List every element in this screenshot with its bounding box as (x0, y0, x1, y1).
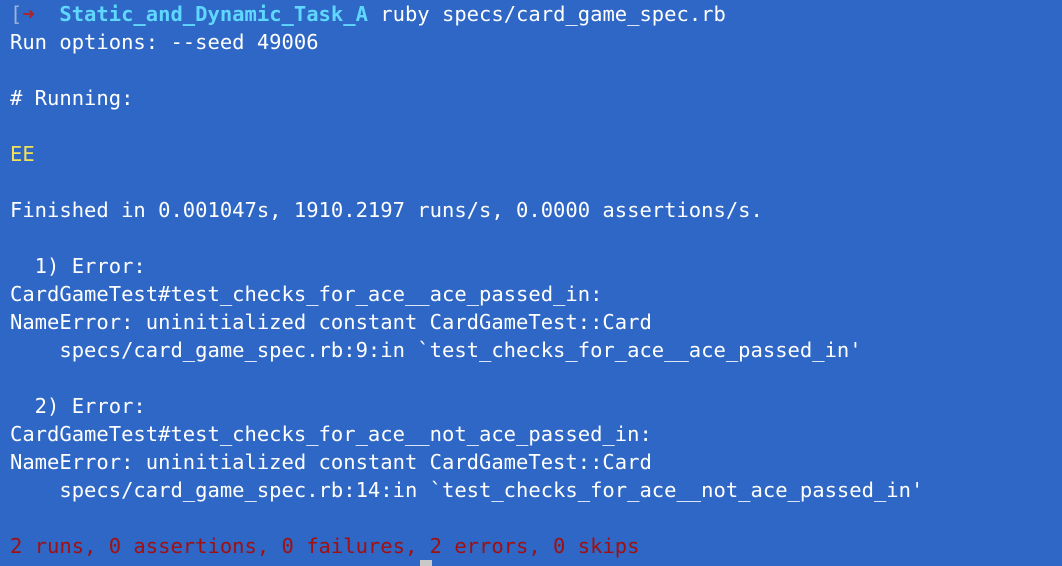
prompt-line: [➜ Static_and_Dynamic_Task_A ruby specs/… (10, 0, 1062, 28)
prompt-arrow-icon: ➜ (22, 2, 35, 26)
run-options-line: Run options: --seed 49006 (10, 30, 319, 54)
terminal-window[interactable]: [➜ Static_and_Dynamic_Task_A ruby specs/… (0, 0, 1062, 566)
summary-line: 2 runs, 0 assertions, 0 failures, 2 erro… (10, 534, 640, 558)
finished-line: Finished in 0.001047s, 1910.2197 runs/s,… (10, 198, 763, 222)
running-line: # Running: (10, 86, 134, 110)
progress-dots: EE (10, 142, 35, 166)
command-text: ruby specs/card_game_spec.rb (380, 2, 726, 26)
error-1-trace: specs/card_game_spec.rb:9:in `test_check… (10, 338, 862, 362)
text-cursor[interactable] (420, 560, 432, 566)
current-directory: Static_and_Dynamic_Task_A (59, 2, 368, 26)
error-2-trace: specs/card_game_spec.rb:14:in `test_chec… (10, 478, 924, 502)
error-2-test: CardGameTest#test_checks_for_ace__not_ac… (10, 422, 652, 446)
error-1-test: CardGameTest#test_checks_for_ace__ace_pa… (10, 282, 603, 306)
error-1-message: NameError: uninitialized constant CardGa… (10, 310, 652, 334)
error-1-header: 1) Error: (10, 254, 146, 278)
error-2-header: 2) Error: (10, 394, 146, 418)
next-prompt-line (10, 560, 1062, 566)
prompt-bracket: [ (10, 2, 23, 26)
error-2-message: NameError: uninitialized constant CardGa… (10, 450, 652, 474)
